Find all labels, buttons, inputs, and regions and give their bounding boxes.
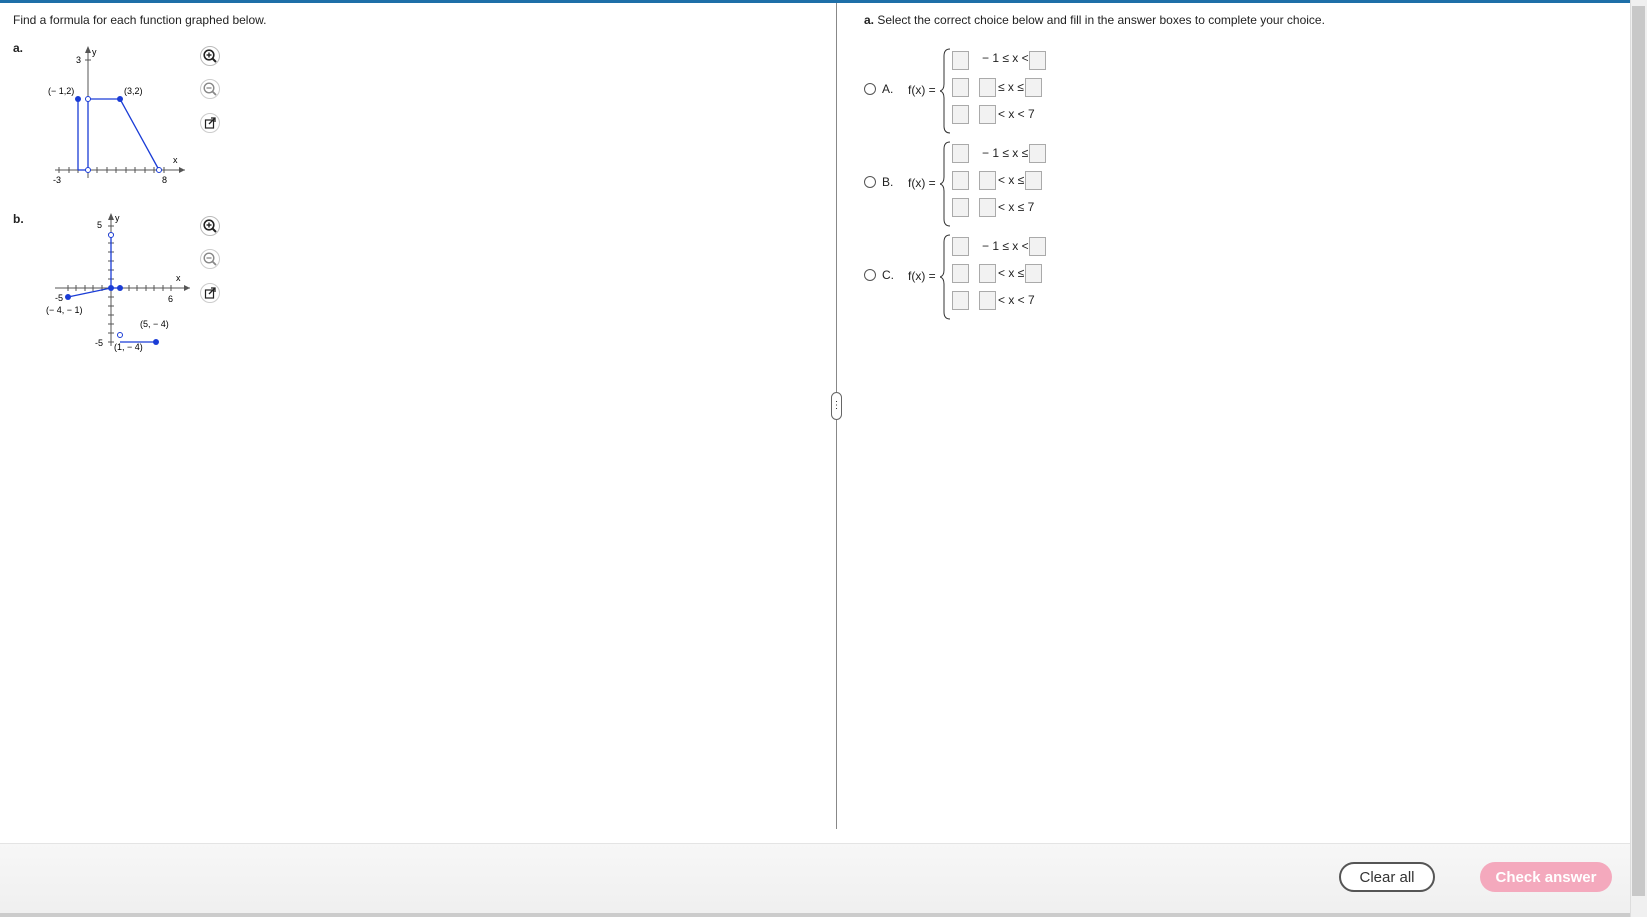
radio-a[interactable]	[864, 83, 876, 95]
choice-b-value-2[interactable]	[952, 171, 969, 190]
choice-b-value-3[interactable]	[952, 198, 969, 217]
choice-c-bound-2b[interactable]	[1025, 264, 1042, 283]
choice-b-cond-1: − 1 ≤ x ≤	[982, 146, 1029, 160]
zoom-out-icon	[200, 249, 220, 269]
scrollbar-thumb[interactable]	[1632, 6, 1645, 896]
zoom-in-button-a[interactable]	[199, 45, 221, 67]
graph-a-xtick-right: 8	[162, 175, 167, 185]
choice-b[interactable]: B.	[864, 175, 893, 189]
popout-icon	[200, 113, 220, 133]
graph-b-point-label-1: (− 4, − 1)	[46, 305, 83, 315]
choice-c-cond-2: < x ≤	[998, 266, 1025, 280]
graph-a-point-label-2: (3,2)	[124, 86, 143, 96]
graph-a-yaxis-label: y	[92, 47, 97, 57]
zoom-out-icon	[200, 79, 220, 99]
choice-a-bound-2b[interactable]	[1025, 78, 1042, 97]
choice-b-cond-2: < x ≤	[998, 173, 1025, 187]
choice-a-cond-3: < x < 7	[998, 107, 1035, 121]
choice-a-bound-1[interactable]	[1029, 51, 1046, 70]
bottom-edge	[0, 913, 1630, 917]
popout-button-a[interactable]	[199, 112, 221, 134]
choice-b-brace	[940, 141, 951, 227]
question-text: a. Select the correct choice below and f…	[864, 13, 1325, 27]
graph-a-xtick-left: -3	[53, 175, 61, 185]
choice-b-value-1[interactable]	[952, 144, 969, 163]
right-panel: a. Select the correct choice below and f…	[840, 3, 1630, 843]
part-b-label: b.	[13, 212, 24, 226]
choice-b-bound-3[interactable]	[979, 198, 996, 217]
part-a-label: a.	[13, 41, 24, 55]
zoom-in-button-b[interactable]	[199, 215, 221, 237]
choice-a-bound-3[interactable]	[979, 105, 996, 124]
choice-b-bound-1[interactable]	[1029, 144, 1046, 163]
choice-a-value-3[interactable]	[952, 105, 969, 124]
graph-b-ytick-top: 5	[97, 220, 102, 230]
choice-a-brace	[940, 48, 951, 134]
choice-c-letter: C.	[882, 268, 894, 282]
graph-b-yaxis-label: y	[115, 213, 120, 223]
graph-a-xaxis-label: x	[173, 155, 178, 165]
graph-b: 5 y x -5 6 (− 4, − 1) (5, − 4) -5 (1, − …	[46, 213, 190, 352]
choice-b-bound-2b[interactable]	[1025, 171, 1042, 190]
graph-a: 3 y x -3 8 (− 1,2) (3,2)	[48, 46, 185, 185]
choice-c-cond-1: − 1 ≤ x <	[982, 239, 1029, 253]
graph-b-xaxis-label: x	[176, 273, 181, 283]
choice-b-bound-2a[interactable]	[979, 171, 996, 190]
choice-c-bound-2a[interactable]	[979, 264, 996, 283]
radio-c[interactable]	[864, 269, 876, 281]
choice-a-bound-2a[interactable]	[979, 78, 996, 97]
graph-a-ytick: 3	[76, 55, 81, 65]
choice-a-cond-2: ≤ x ≤	[998, 80, 1024, 94]
choice-c-value-2[interactable]	[952, 264, 969, 283]
clear-all-button[interactable]: Clear all	[1339, 862, 1435, 892]
choice-a-value-1[interactable]	[952, 51, 969, 70]
popout-button-b[interactable]	[199, 282, 221, 304]
zoom-in-icon	[200, 216, 220, 236]
choice-a-cond-1: − 1 ≤ x <	[982, 51, 1029, 65]
choice-c-fx: f(x) =	[908, 269, 936, 283]
choice-c-value-3[interactable]	[952, 291, 969, 310]
choice-a-value-2[interactable]	[952, 78, 969, 97]
check-answer-button[interactable]: Check answer	[1480, 862, 1612, 892]
zoom-out-button-a[interactable]	[199, 78, 221, 100]
choice-a-letter: A.	[882, 82, 894, 96]
graph-b-xtick-left: -5	[55, 293, 63, 303]
graph-a-point-label-1: (− 1,2)	[48, 86, 74, 96]
graph-b-point-label-3: (1, − 4)	[114, 342, 143, 352]
choice-b-fx: f(x) =	[908, 176, 936, 190]
choice-a-fx: f(x) =	[908, 83, 936, 97]
left-panel: Find a formula for each function graphed…	[0, 3, 836, 843]
choice-c-bound-3[interactable]	[979, 291, 996, 310]
choice-c-value-1[interactable]	[952, 237, 969, 256]
question-instructions: Select the correct choice below and fill…	[877, 13, 1325, 27]
graph-b-ytick-bottom: -5	[95, 338, 103, 348]
question-part: a.	[864, 13, 875, 27]
instructions: Find a formula for each function graphed…	[13, 13, 267, 27]
choice-c[interactable]: C.	[864, 268, 894, 282]
zoom-out-button-b[interactable]	[199, 248, 221, 270]
radio-b[interactable]	[864, 176, 876, 188]
zoom-in-icon	[200, 46, 220, 66]
choice-b-cond-3: < x ≤ 7	[998, 200, 1035, 214]
choice-c-cond-3: < x < 7	[998, 293, 1035, 307]
graph-b-xtick-right: 6	[168, 294, 173, 304]
choice-b-letter: B.	[882, 175, 894, 189]
choice-c-bound-1[interactable]	[1029, 237, 1046, 256]
graph-b-point-label-2: (5, − 4)	[140, 319, 169, 329]
popout-icon	[200, 283, 220, 303]
choice-c-brace	[940, 234, 951, 320]
choice-a[interactable]: A.	[864, 82, 893, 96]
